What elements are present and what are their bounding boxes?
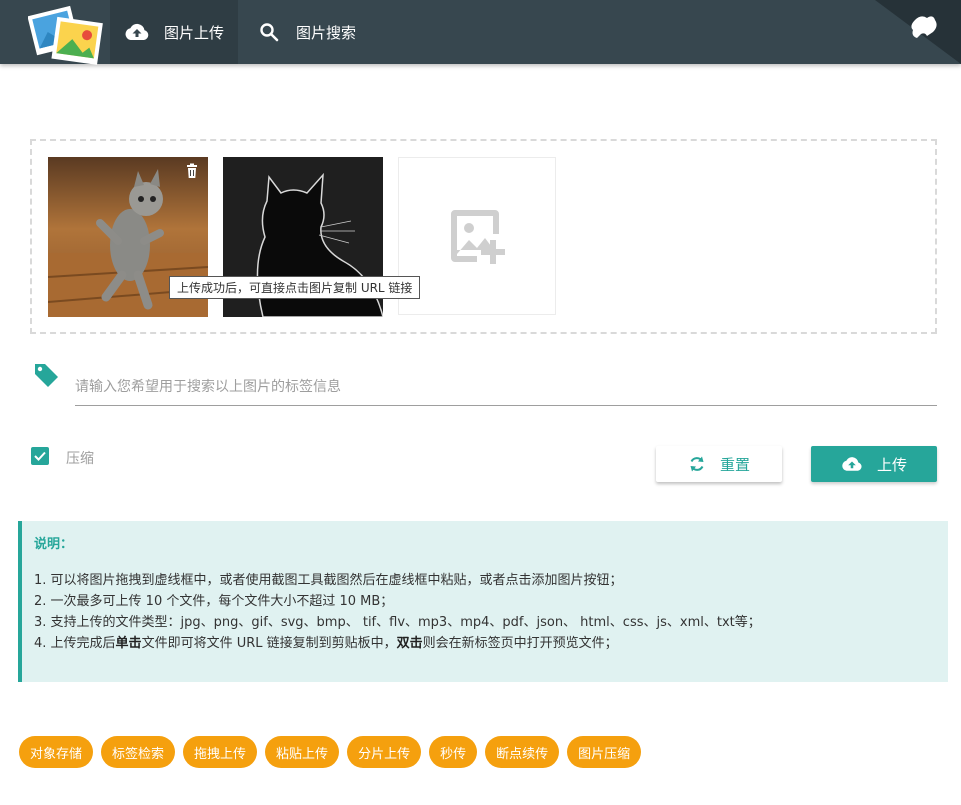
instructions-text: 则会在新标签页中打开预览文件； <box>422 636 618 651</box>
instructions-line: 1. 可以将图片拖拽到虚线框中，或者使用截图工具截图然后在虚线框中粘贴，或者点击… <box>34 573 623 588</box>
nav-search-label: 图片搜索 <box>296 23 357 42</box>
instructions-text: 4. 上传完成后 <box>34 636 116 651</box>
cloud-upload-icon <box>124 22 150 42</box>
add-image-button[interactable] <box>398 157 556 315</box>
feature-chip[interactable]: 秒传 <box>429 736 478 768</box>
feature-chip[interactable]: 图片压缩 <box>567 736 642 768</box>
reset-button[interactable]: 重置 <box>656 446 782 482</box>
instructions-panel: 说明： 1. 可以将图片拖拽到虚线框中，或者使用截图工具截图然后在虚线框中粘贴，… <box>18 521 948 682</box>
feature-chip[interactable]: 对象存储 <box>19 736 94 768</box>
feature-chip[interactable]: 粘贴上传 <box>265 736 340 768</box>
instructions-emphasis: 单击 <box>115 636 142 651</box>
app-logo-icon[interactable] <box>27 2 104 68</box>
nav-tab-image-search[interactable]: 图片搜索 <box>238 0 378 64</box>
compress-checkbox[interactable] <box>31 447 49 465</box>
top-navbar: 图片上传 图片搜索 <box>0 0 961 65</box>
checkmark-icon <box>34 451 46 461</box>
delete-icon[interactable] <box>184 163 200 179</box>
instructions-line: 3. 支持上传的文件类型：jpg、png、gif、svg、bmp、 tif、fl… <box>34 615 761 630</box>
cloud-upload-icon <box>841 456 863 472</box>
feature-chip[interactable]: 拖拽上传 <box>183 736 258 768</box>
upload-button[interactable]: 上传 <box>811 446 937 482</box>
upload-label: 上传 <box>876 455 907 474</box>
reset-label: 重置 <box>719 455 750 474</box>
feature-chip[interactable]: 分片上传 <box>347 736 422 768</box>
feature-chip[interactable]: 标签检索 <box>101 736 176 768</box>
feature-chips: 对象存储 标签检索 拖拽上传 粘贴上传 分片上传 秒传 断点续传 图片压缩 <box>19 736 642 768</box>
instructions-emphasis: 双击 <box>396 636 423 651</box>
compress-label: 压缩 <box>66 451 94 467</box>
search-icon <box>256 22 282 42</box>
nav-tab-image-upload[interactable]: 图片上传 <box>110 0 238 64</box>
instructions-line: 4. 上传完成后单击文件即可将文件 URL 链接复制到剪贴板中，双击则会在新标签… <box>34 633 948 654</box>
tag-input[interactable] <box>75 368 937 406</box>
feature-chip[interactable]: 断点续传 <box>485 736 560 768</box>
github-corner-icon[interactable] <box>875 0 961 64</box>
instructions-text: 文件即可将文件 URL 链接复制到剪贴板中， <box>141 636 397 651</box>
upload-dropzone[interactable]: 上传成功后，可直接点击图片复制 URL 链接 <box>30 139 937 334</box>
refresh-icon <box>688 455 706 473</box>
tag-icon <box>33 362 59 388</box>
copy-url-tooltip: 上传成功后，可直接点击图片复制 URL 链接 <box>169 276 421 299</box>
instructions-line: 2. 一次最多可上传 10 个文件，每个文件大小不超过 10 MB； <box>34 594 394 609</box>
instructions-title: 说明： <box>34 537 74 552</box>
nav-upload-label: 图片上传 <box>164 23 225 42</box>
add-photo-icon <box>451 210 505 264</box>
